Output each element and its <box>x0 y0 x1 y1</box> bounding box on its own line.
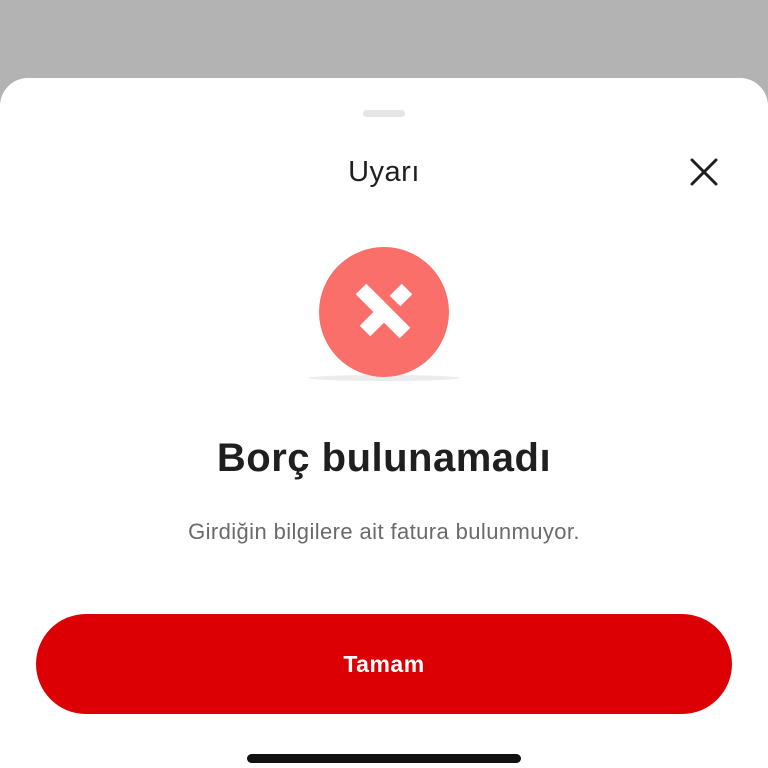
bottom-sheet: Uyarı Borç bulunamadı Girdiğin bilgilere… <box>0 78 768 768</box>
confirm-button[interactable]: Tamam <box>36 614 732 714</box>
error-status-circle <box>319 247 449 377</box>
main-heading: Borç bulunamadı <box>216 436 552 480</box>
error-x-icon <box>355 283 413 339</box>
home-indicator <box>247 754 521 763</box>
screen: Uyarı Borç bulunamadı Girdiğin bilgilere… <box>0 0 768 768</box>
status-illustration <box>304 244 464 384</box>
sheet-title: Uyarı <box>348 156 420 188</box>
drag-handle[interactable] <box>363 110 405 117</box>
close-icon <box>690 158 718 186</box>
close-button[interactable] <box>682 150 726 194</box>
description-text: Girdiğin bilgilere ait fatura bulunmuyor… <box>188 519 580 544</box>
